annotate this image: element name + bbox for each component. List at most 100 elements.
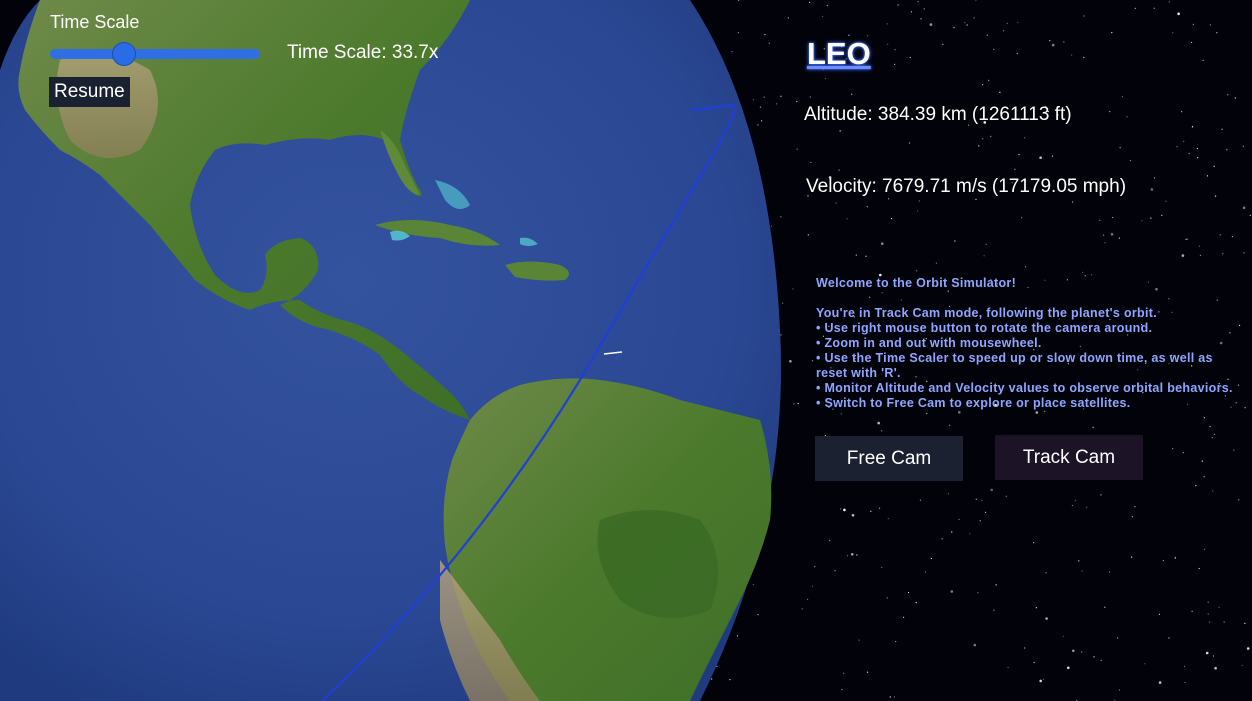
star bbox=[826, 4, 828, 7]
star bbox=[893, 696, 896, 698]
star bbox=[821, 15, 824, 17]
star bbox=[988, 79, 990, 81]
star bbox=[1196, 147, 1198, 150]
star bbox=[1071, 54, 1073, 56]
star bbox=[999, 91, 1001, 93]
star bbox=[1192, 125, 1194, 128]
star bbox=[1195, 485, 1197, 487]
star bbox=[918, 200, 921, 202]
star bbox=[877, 421, 880, 425]
star bbox=[840, 413, 842, 415]
star bbox=[1093, 656, 1095, 658]
star bbox=[796, 148, 798, 150]
slider-thumb[interactable] bbox=[111, 42, 136, 66]
star bbox=[916, 270, 918, 272]
star bbox=[839, 130, 841, 132]
star bbox=[1118, 689, 1121, 691]
star bbox=[975, 0, 977, 1]
star bbox=[1235, 402, 1237, 404]
star bbox=[1205, 651, 1209, 655]
star bbox=[1062, 635, 1064, 637]
star bbox=[782, 302, 784, 304]
star bbox=[886, 597, 888, 599]
star bbox=[1212, 655, 1215, 657]
star bbox=[1021, 217, 1023, 219]
star bbox=[881, 566, 883, 569]
star bbox=[1181, 254, 1185, 257]
star bbox=[814, 566, 816, 568]
star bbox=[903, 616, 905, 618]
star bbox=[1131, 556, 1133, 558]
star bbox=[807, 234, 809, 236]
star bbox=[1165, 200, 1167, 202]
star bbox=[1209, 24, 1211, 26]
star bbox=[1082, 271, 1084, 273]
star bbox=[881, 430, 883, 432]
star bbox=[1246, 647, 1250, 650]
star bbox=[1072, 201, 1074, 203]
star bbox=[1108, 571, 1111, 573]
resume-button[interactable]: Resume bbox=[49, 77, 130, 107]
star bbox=[897, 4, 899, 6]
star bbox=[910, 11, 913, 13]
track-cam-button[interactable]: Track Cam bbox=[995, 435, 1143, 480]
altitude-readout: Altitude: 384.39 km (1261113 ft) bbox=[804, 104, 1072, 125]
star bbox=[926, 412, 928, 415]
free-cam-button[interactable]: Free Cam bbox=[815, 436, 963, 481]
star bbox=[1244, 407, 1246, 409]
star bbox=[1072, 649, 1075, 653]
star bbox=[838, 169, 840, 171]
star bbox=[966, 24, 968, 26]
star bbox=[1191, 41, 1193, 44]
star bbox=[954, 240, 956, 242]
star bbox=[1231, 236, 1233, 238]
star bbox=[870, 510, 872, 512]
star bbox=[1198, 567, 1200, 570]
star bbox=[969, 533, 971, 535]
star bbox=[1150, 217, 1152, 219]
star bbox=[1049, 40, 1051, 42]
star bbox=[1218, 606, 1220, 608]
star bbox=[1223, 621, 1225, 623]
star bbox=[731, 51, 733, 53]
star bbox=[810, 161, 812, 164]
star bbox=[993, 48, 995, 51]
star bbox=[1161, 214, 1163, 216]
star bbox=[1043, 678, 1045, 680]
star bbox=[1183, 665, 1186, 668]
star bbox=[935, 262, 938, 264]
help-line: • Switch to Free Cam to explore or place… bbox=[816, 396, 1131, 410]
star bbox=[1187, 238, 1189, 240]
star bbox=[737, 32, 740, 34]
star bbox=[973, 643, 977, 647]
star bbox=[1249, 214, 1251, 216]
star bbox=[981, 499, 983, 501]
star bbox=[973, 17, 975, 19]
star bbox=[1018, 154, 1020, 156]
star bbox=[1014, 168, 1016, 170]
star bbox=[881, 242, 884, 245]
star bbox=[1241, 664, 1243, 667]
star bbox=[770, 225, 773, 227]
star bbox=[909, 56, 911, 59]
star bbox=[923, 8, 925, 10]
star bbox=[789, 360, 792, 363]
star bbox=[1104, 606, 1106, 608]
star bbox=[866, 671, 869, 673]
star bbox=[1212, 490, 1214, 492]
star bbox=[964, 22, 966, 24]
star bbox=[1219, 234, 1221, 236]
time-scale-slider[interactable] bbox=[50, 42, 260, 66]
star bbox=[866, 206, 868, 208]
star bbox=[780, 334, 782, 336]
star bbox=[1172, 32, 1174, 34]
star bbox=[835, 202, 837, 204]
star bbox=[1083, 15, 1085, 17]
star bbox=[807, 598, 809, 601]
star bbox=[809, 96, 811, 98]
star bbox=[840, 508, 842, 510]
help-panel: Welcome to the Orbit Simulator! You're i… bbox=[816, 276, 1234, 411]
star bbox=[982, 138, 984, 140]
star bbox=[780, 95, 782, 97]
slider-track[interactable] bbox=[50, 49, 260, 59]
